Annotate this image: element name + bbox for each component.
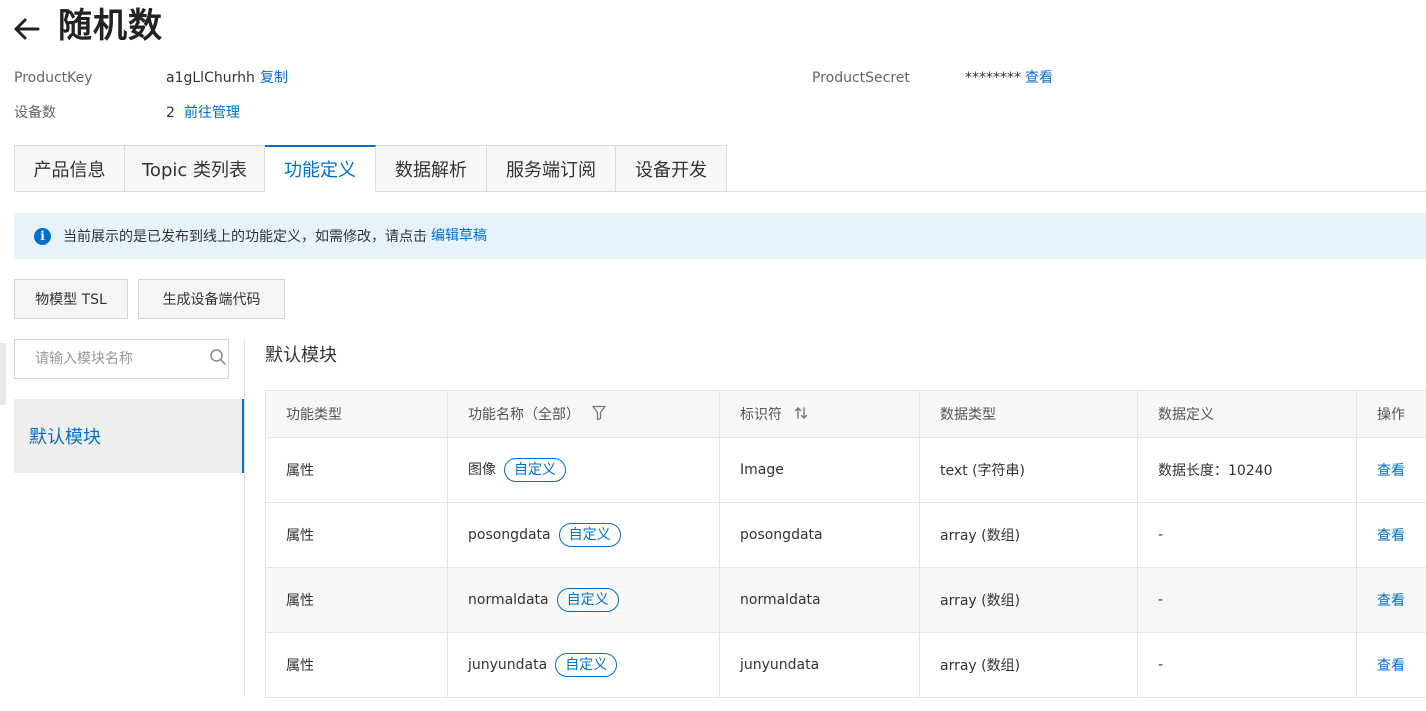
column-header-identifier[interactable]: 标识符 — [719, 390, 920, 438]
cell-identifier: Image — [719, 437, 920, 503]
column-header-function-name[interactable]: 功能名称（全部） — [447, 390, 720, 438]
cell-identifier: posongdata — [719, 502, 920, 568]
cell-data-type: array (数组) — [919, 632, 1138, 698]
cell-action: 查看 — [1356, 502, 1426, 568]
filter-icon[interactable] — [592, 405, 607, 425]
custom-tag: 自定义 — [556, 588, 619, 612]
search-icon[interactable] — [209, 348, 227, 370]
cell-data-definition: - — [1137, 502, 1357, 568]
view-link[interactable]: 查看 — [1377, 463, 1405, 479]
copy-link[interactable]: 复制 — [260, 68, 288, 88]
module-search-box — [14, 339, 229, 379]
cell-action: 查看 — [1356, 437, 1426, 503]
view-link[interactable]: 查看 — [1377, 593, 1405, 609]
view-link[interactable]: 查看 — [1377, 658, 1405, 674]
view-secret-link[interactable]: 查看 — [1025, 68, 1053, 88]
tab-device-development[interactable]: 设备开发 — [616, 145, 727, 192]
info-notice: i 当前展示的是已发布到线上的功能定义，如需修改，请点击 编辑草稿 — [14, 213, 1426, 259]
info-icon: i — [34, 227, 51, 245]
device-count-label: 设备数 — [14, 105, 56, 121]
cell-function-type: 属性 — [265, 567, 448, 633]
cell-function-name: 图像 自定义 — [447, 437, 720, 503]
cell-identifier: junyundata — [719, 632, 920, 698]
column-header-data-type: 数据类型 — [919, 390, 1138, 438]
column-header-function-type: 功能类型 — [265, 390, 448, 438]
custom-tag: 自定义 — [555, 653, 618, 677]
cell-action: 查看 — [1356, 567, 1426, 633]
cell-identifier: normaldata — [719, 567, 920, 633]
product-secret-value: ******** — [965, 70, 1021, 86]
cell-function-type: 属性 — [265, 632, 448, 698]
cell-function-name: normaldata 自定义 — [447, 567, 720, 633]
manage-devices-link[interactable]: 前往管理 — [184, 103, 240, 123]
table-row: 属性 junyundata 自定义 junyundata array (数组) -… — [265, 632, 1426, 698]
column-header-action: 操作 — [1356, 390, 1426, 438]
panel-divider — [244, 339, 245, 697]
tab-server-subscription[interactable]: 服务端订阅 — [487, 145, 616, 192]
tab-topic-list[interactable]: Topic 类列表 — [125, 145, 265, 192]
function-name-text: junyundata — [468, 657, 548, 673]
cell-function-type: 属性 — [265, 502, 448, 568]
table-row: 属性 normaldata 自定义 normaldata array (数组) -… — [265, 567, 1426, 633]
tab-data-parsing[interactable]: 数据解析 — [376, 145, 487, 192]
tab-bar: 产品信息 Topic 类列表 功能定义 数据解析 服务端订阅 设备开发 — [14, 145, 727, 192]
cell-data-type: text (字符串) — [919, 437, 1138, 503]
view-link[interactable]: 查看 — [1377, 528, 1405, 544]
arrow-left-icon[interactable] — [12, 16, 40, 42]
custom-tag: 自定义 — [558, 523, 621, 547]
function-table: 功能类型 功能名称（全部） 标识符 数据类型 数据定义 操作 属性 图像 自定义… — [265, 390, 1426, 698]
scroll-edge — [0, 343, 6, 405]
cell-action: 查看 — [1356, 632, 1426, 698]
cell-data-definition: 数据长度：10240 — [1137, 437, 1357, 503]
tab-product-info[interactable]: 产品信息 — [14, 145, 125, 192]
product-secret-label: ProductSecret — [812, 70, 910, 86]
sidebar-item-default-module[interactable]: 默认模块 — [14, 399, 244, 473]
product-key-label: ProductKey — [14, 70, 93, 86]
module-search-input[interactable] — [35, 351, 209, 367]
tab-function-definition[interactable]: 功能定义 — [265, 145, 376, 192]
function-name-text: normaldata — [468, 592, 549, 608]
product-key-value: a1gLlChurhh — [166, 70, 255, 86]
function-name-text: posongdata — [468, 527, 551, 543]
function-name-text: 图像 — [468, 462, 496, 478]
tsl-model-button[interactable]: 物模型 TSL — [14, 279, 128, 319]
section-title: 默认模块 — [265, 345, 337, 366]
cell-data-definition: - — [1137, 632, 1357, 698]
table-row: 属性 图像 自定义 Image text (字符串) 数据长度：10240 查看 — [265, 437, 1426, 503]
sort-icon[interactable] — [794, 406, 808, 424]
edit-draft-link[interactable]: 编辑草稿 — [431, 226, 487, 246]
table-header-row: 功能类型 功能名称（全部） 标识符 数据类型 数据定义 操作 — [265, 390, 1426, 438]
cell-data-type: array (数组) — [919, 502, 1138, 568]
custom-tag: 自定义 — [504, 458, 566, 482]
device-count-value: 2 — [166, 105, 175, 121]
cell-data-definition: - — [1137, 567, 1357, 633]
cell-function-type: 属性 — [265, 437, 448, 503]
page-title: 随机数 — [58, 6, 163, 46]
generate-device-code-button[interactable]: 生成设备端代码 — [138, 279, 285, 319]
cell-data-type: array (数组) — [919, 567, 1138, 633]
notice-text: 当前展示的是已发布到线上的功能定义，如需修改，请点击 — [63, 229, 427, 245]
column-header-data-definition: 数据定义 — [1137, 390, 1357, 438]
cell-function-name: junyundata 自定义 — [447, 632, 720, 698]
cell-function-name: posongdata 自定义 — [447, 502, 720, 568]
table-row: 属性 posongdata 自定义 posongdata array (数组) -… — [265, 502, 1426, 568]
